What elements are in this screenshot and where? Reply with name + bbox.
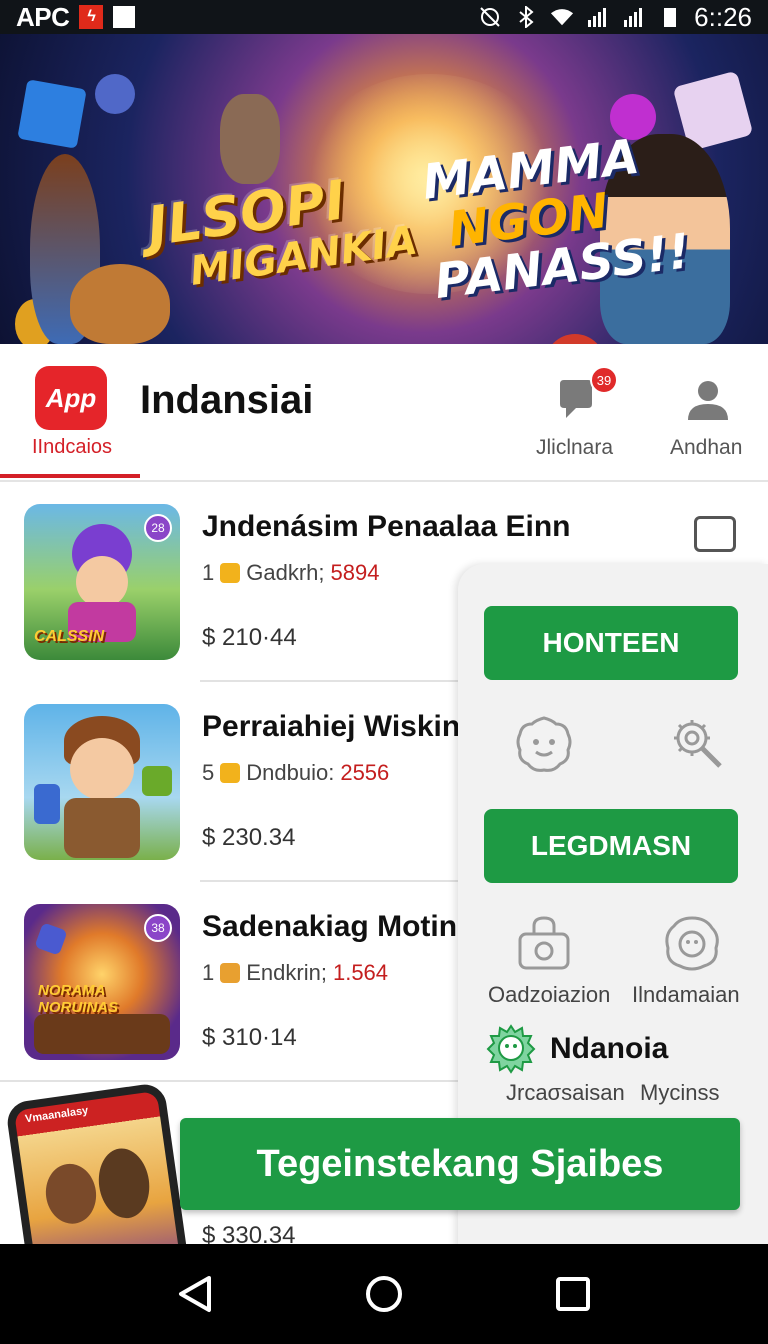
item-price: $ 310·14 xyxy=(202,1024,297,1051)
item-title: Jndenásim Penaalaa Einn xyxy=(202,510,571,543)
carrier-label: APC xyxy=(16,1,70,32)
home-icon[interactable] xyxy=(354,1264,414,1324)
item-badge: 38 xyxy=(144,914,172,942)
signal-icon-2 xyxy=(622,6,646,28)
hero-banner[interactable]: JLSOPI MIGANKIA MAMMA NGON PANASS!! xyxy=(0,34,768,344)
thumb-character-face xyxy=(70,738,134,800)
item-badge: 28 xyxy=(144,514,172,542)
item-thumbnail: 38 NORAMA NORUINAS xyxy=(24,904,180,1060)
thumb-cup xyxy=(34,784,60,824)
item-price: $ 330.34 xyxy=(202,1222,296,1244)
item-meta: 1 Gadkrh; 5894 xyxy=(202,560,379,586)
item-meta-label: Gadkrh; xyxy=(246,560,325,585)
edit-icon[interactable] xyxy=(694,516,736,552)
banner-ball xyxy=(545,334,605,344)
back-icon[interactable] xyxy=(165,1264,225,1324)
system-nav-bar xyxy=(0,1244,768,1344)
panel-footer-left[interactable]: Jrcaσsaisan xyxy=(506,1080,625,1106)
lock-camera-icon[interactable] xyxy=(514,914,574,974)
panel-label-right: Ilndamaian xyxy=(632,982,740,1007)
sim-icon xyxy=(113,6,136,28)
item-meta-label: Endkrin; xyxy=(246,960,327,985)
mute-icon xyxy=(478,6,502,28)
thumb-ground xyxy=(34,1014,170,1054)
face-blob-icon[interactable] xyxy=(662,914,722,974)
item-meta-value: 1.564 xyxy=(332,960,389,985)
item-meta: 5 Dndbuio: 2556 xyxy=(202,760,389,786)
nav-label-profile[interactable]: Andhan xyxy=(670,436,742,460)
item-meta-prefix: 5 xyxy=(202,760,215,785)
promo-character xyxy=(42,1160,100,1227)
thumb-character-body xyxy=(64,798,140,858)
app-header: App IIndcaios Indansiai 39 Jliclnara And… xyxy=(0,344,768,482)
item-meta-value: 5894 xyxy=(330,560,380,585)
active-tab-indicator xyxy=(0,474,140,478)
app-logo-text: App xyxy=(45,382,97,413)
panel-button-secondary[interactable]: LEGDMASN xyxy=(484,809,738,883)
banner-character-wolf xyxy=(220,94,280,184)
tab-home-label[interactable]: IIndcaios xyxy=(32,436,112,459)
nav-label-chat[interactable]: Jliclnara xyxy=(536,436,613,460)
item-meta-prefix: 1 xyxy=(202,960,215,985)
item-thumbnail xyxy=(24,704,180,860)
banner-tile-decoration xyxy=(17,79,87,149)
wifi-icon xyxy=(550,6,574,28)
item-price: $ 210·44 xyxy=(202,624,297,651)
cookie-face-icon[interactable] xyxy=(514,714,574,774)
thumb-hammer xyxy=(142,766,172,796)
status-bar: APC ϟ 6::26 xyxy=(0,0,768,34)
signal-icon xyxy=(586,6,610,28)
banner-title-right: MAMMA NGON PANASS!! xyxy=(419,127,693,310)
item-meta-value: 2556 xyxy=(340,760,390,785)
bluetooth-icon xyxy=(514,6,538,28)
profile-icon[interactable] xyxy=(686,378,730,422)
thumb-character-face xyxy=(76,556,128,608)
panel-footer-right[interactable]: Mycinss xyxy=(640,1080,719,1106)
page-title: Indansiai xyxy=(140,378,314,422)
status-bar-right: 6::26 xyxy=(478,2,752,33)
app-logo-icon[interactable]: App xyxy=(35,366,107,430)
thumb-gem xyxy=(34,922,68,956)
thumb-title: CALSSIN xyxy=(34,628,105,645)
thumb-title: NORAMA NORUINAS xyxy=(38,982,119,1016)
recents-icon[interactable] xyxy=(543,1264,603,1324)
item-price: $ 230.34 xyxy=(202,824,296,851)
gear-search-icon[interactable] xyxy=(668,714,728,774)
battery-icon xyxy=(658,6,682,28)
panel-brand-name: Ndanoia xyxy=(550,1032,669,1065)
promo-character xyxy=(94,1145,154,1222)
promo-phone-brand: Vmaanalasy xyxy=(24,1104,90,1126)
panel-label-left: Oadzoiazion xyxy=(488,982,611,1007)
coin-bag-icon xyxy=(220,963,241,983)
install-cta-button[interactable]: Tegeinstekang Sjaibes xyxy=(180,1118,740,1210)
status-bar-left: APC ϟ xyxy=(16,1,136,33)
coin-bag-icon xyxy=(220,763,241,783)
item-meta-prefix: 1 xyxy=(202,560,215,585)
item-thumbnail: 28 CALSSIN xyxy=(24,504,180,660)
item-meta: 1 Endkrin; 1.564 xyxy=(202,960,388,986)
panel-button-primary[interactable]: HONTEEN xyxy=(484,606,738,680)
notification-badge: 39 xyxy=(590,366,618,394)
ghost-logo-icon xyxy=(486,1024,536,1074)
item-meta-label: Dndbuio: xyxy=(246,760,335,785)
item-title: Perraiahiej Wiskin xyxy=(202,710,461,743)
clock: 6::26 xyxy=(694,1,752,32)
item-title: Sadenakiag Motin xyxy=(202,910,458,943)
banner-orb xyxy=(95,74,135,114)
red-badge-icon: ϟ xyxy=(79,5,104,29)
coin-bag-icon xyxy=(220,563,241,583)
